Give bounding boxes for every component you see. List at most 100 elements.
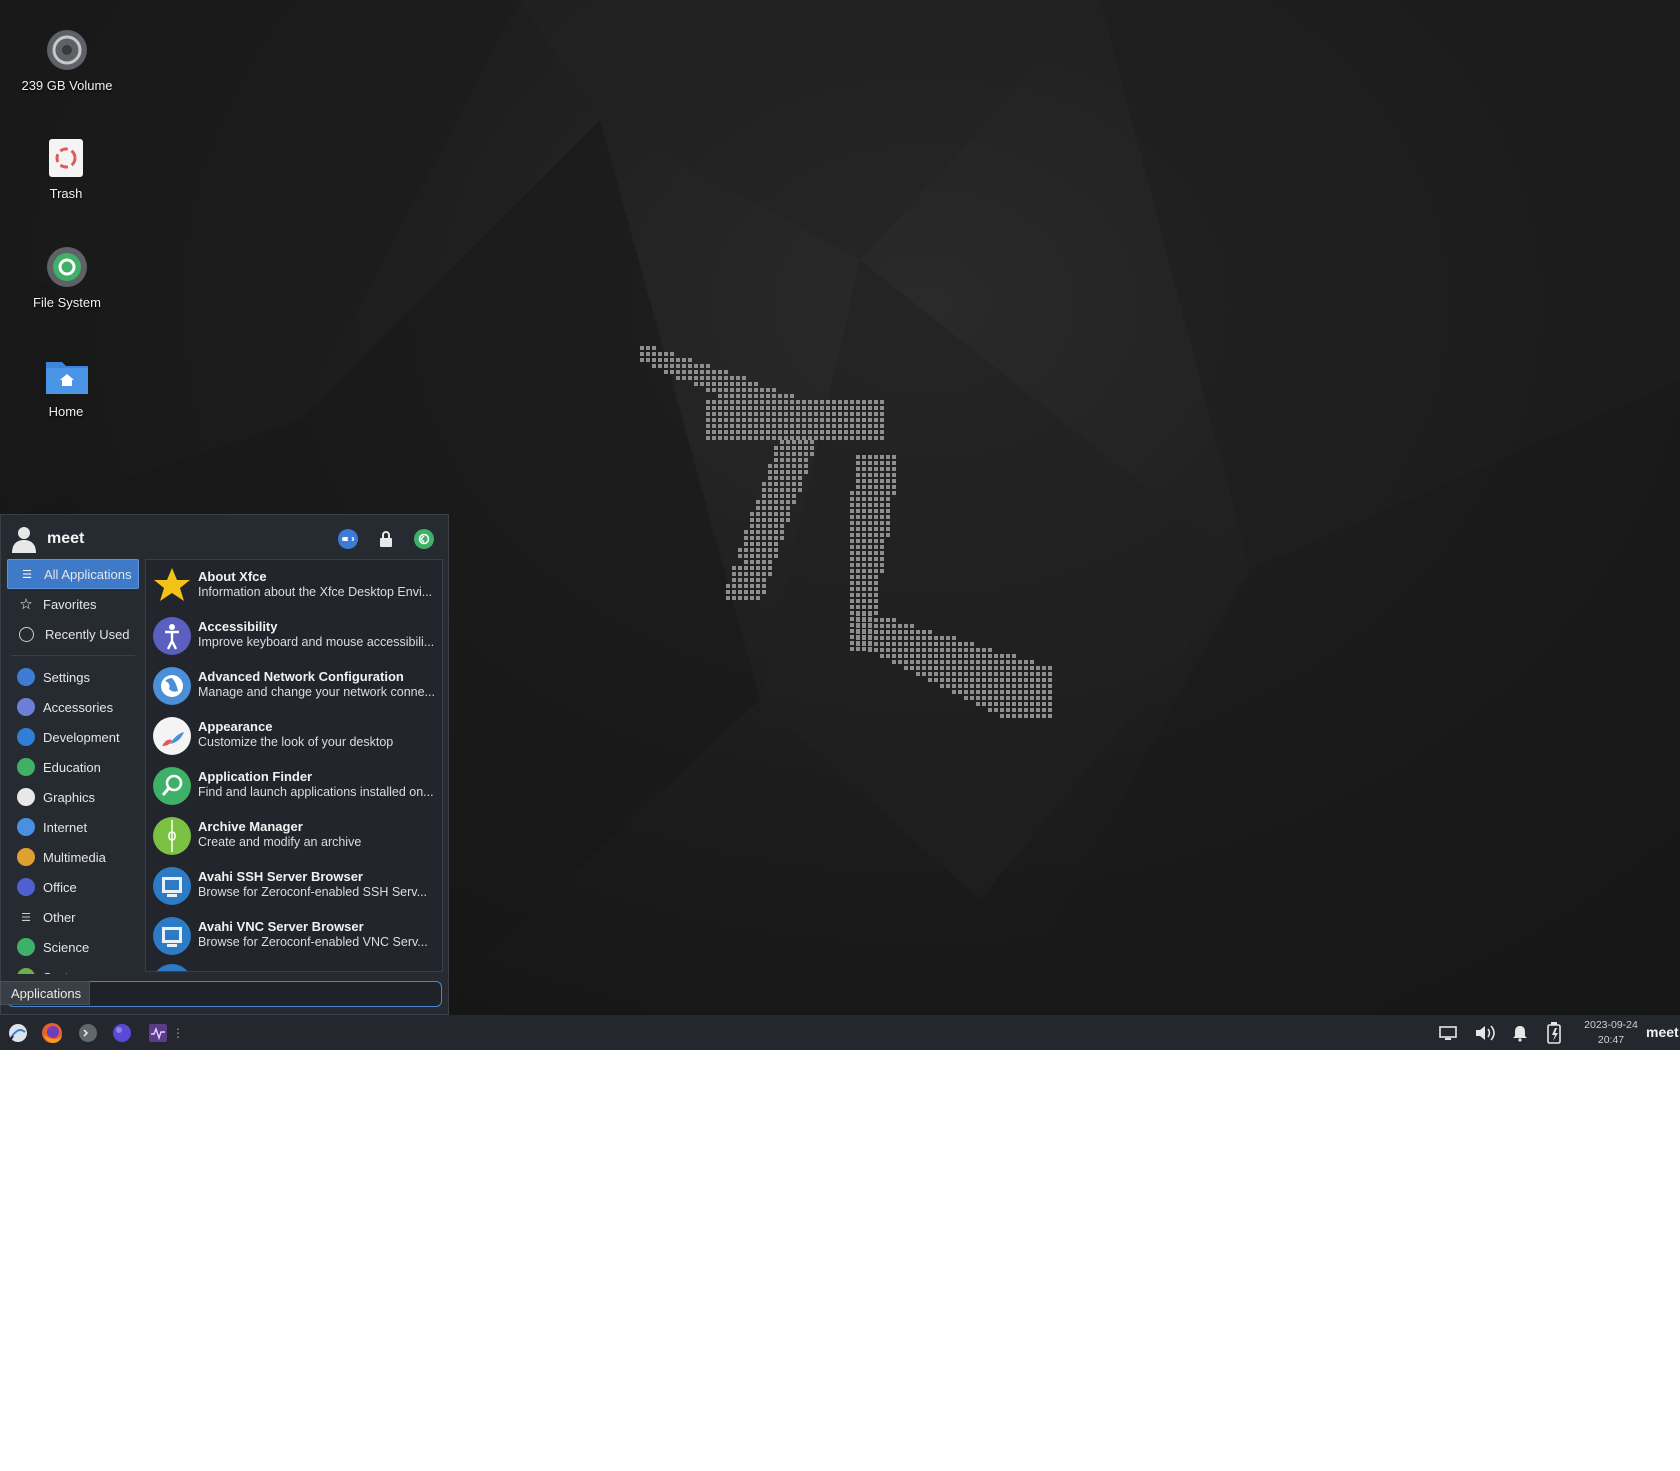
category-label: All Applications (44, 566, 132, 582)
firefox-icon[interactable] (38, 1015, 66, 1050)
category-education[interactable]: Education (7, 752, 139, 782)
logout-icon[interactable] (414, 529, 434, 549)
category-development[interactable]: Development (7, 722, 139, 752)
graphics-category-icon (17, 788, 35, 806)
desktop-icon-label: 239 GB Volume (21, 78, 113, 93)
category-recently-used[interactable]: Recently Used (7, 619, 139, 649)
category-internet[interactable]: Internet (7, 812, 139, 842)
app-name: Appearance (198, 719, 273, 734)
multimedia-category-icon (17, 848, 35, 866)
applications-menu-icon[interactable] (4, 1015, 32, 1050)
category-label: Other (43, 909, 76, 925)
app-description: Browse for Zeroconf-enabled VNC Serv... (198, 935, 428, 949)
app-item-advanced-network-configuration[interactable]: Advanced Network Configuration Manage and… (146, 660, 442, 710)
desktop-icon-trash[interactable]: Trash (6, 136, 126, 201)
category-label: Internet (43, 819, 88, 835)
category-settings[interactable]: Settings (7, 662, 139, 692)
avahi-ssh-icon (152, 866, 192, 906)
app-item-accessibility[interactable]: Accessibility Improve keyboard and mouse … (146, 610, 442, 660)
volume-icon[interactable] (1472, 1015, 1498, 1050)
xfce-star-icon (152, 566, 192, 606)
clock-date: 2023-09-24 (1584, 1019, 1638, 1031)
user-avatar-icon (11, 525, 37, 558)
star-icon: ☆ (19, 596, 33, 613)
category-label: Graphics (43, 789, 96, 805)
desktop-icon-home[interactable]: Home (6, 354, 126, 419)
network-globe-icon (152, 666, 192, 706)
app-item-avahi-ssh-server-browser[interactable]: Avahi SSH Server Browser Browse for Zeroc… (146, 860, 442, 910)
menu-header: meet (1, 515, 448, 559)
desktop-icon-label: Trash (49, 186, 83, 201)
appearance-icon (152, 716, 192, 756)
settings-icon[interactable] (338, 529, 358, 549)
drive-icon (45, 28, 89, 72)
desktop-icon-volume[interactable]: 239 GB Volume (7, 28, 127, 93)
category-list: ☰ All Applications ☆ Favorites Recently … (7, 559, 139, 974)
panel-separator-handle[interactable]: ⋮ (172, 1015, 184, 1050)
list-icon: ☰ (22, 568, 32, 581)
app-item-appearance[interactable]: Appearance Customize the look of your des… (146, 710, 442, 760)
category-label: Favorites (43, 596, 97, 612)
app-description: Information about the Xfce Desktop Envi.… (198, 585, 433, 599)
search-input[interactable] (92, 984, 436, 1006)
category-label: System (43, 970, 86, 975)
category-multimedia[interactable]: Multimedia (7, 842, 139, 872)
system-monitor-icon[interactable] (144, 1015, 172, 1050)
app-item-archive-manager[interactable]: Archive Manager Create and modify an arch… (146, 810, 442, 860)
battery-icon[interactable] (1543, 1015, 1565, 1050)
accessibility-icon (152, 616, 192, 656)
category-office[interactable]: Office (7, 872, 139, 902)
desktop-icon-label: Home (48, 404, 84, 419)
clock-time: 20:47 (1597, 1034, 1625, 1046)
desktop-icon-filesystem[interactable]: File System (7, 245, 127, 310)
lock-icon[interactable] (376, 529, 396, 549)
app-item-partial-icon (152, 964, 192, 971)
category-label: Education (43, 759, 101, 775)
app-item-about-xfce[interactable]: About Xfce Information about the Xfce Des… (146, 560, 442, 610)
clock[interactable]: 2023-09-24 20:47 (1572, 1018, 1650, 1048)
other-category-icon: ☰ (21, 911, 31, 924)
app-item-application-finder[interactable]: Application Finder Find and launch applic… (146, 760, 442, 810)
category-graphics[interactable]: Graphics (7, 782, 139, 812)
app-name: Archive Manager (198, 819, 303, 834)
purple-app-icon[interactable] (108, 1015, 136, 1050)
app-finder-icon (152, 766, 192, 806)
category-label: Development (43, 729, 120, 745)
category-accessories[interactable]: Accessories (7, 692, 139, 722)
app-item-avahi-vnc-server-browser[interactable]: Avahi VNC Server Browser Browse for Zeroc… (146, 910, 442, 960)
applications-menu: meet ☰ All Applications ☆ Favorites Rece… (0, 514, 449, 1015)
bottom-panel: ⋮ 2023-09-24 20:47 meet (0, 1015, 1680, 1050)
app-name: Advanced Network Configuration (198, 669, 404, 684)
app-description: Find and launch applications installed o… (198, 785, 434, 799)
system-category-icon (17, 968, 35, 974)
internet-category-icon (17, 818, 35, 836)
category-label: Science (43, 939, 90, 955)
clock-icon (19, 626, 34, 642)
app-description: Create and modify an archive (198, 835, 362, 849)
terminal-icon[interactable] (74, 1015, 102, 1050)
app-description: Customize the look of your desktop (198, 735, 394, 749)
category-label: Accessories (43, 699, 114, 715)
category-label: Settings (43, 669, 90, 685)
category-favorites[interactable]: ☆ Favorites (7, 589, 139, 619)
panel-user-name[interactable]: meet (1646, 1024, 1679, 1040)
category-all-applications[interactable]: ☰ All Applications (7, 559, 139, 589)
home-folder-icon (44, 354, 88, 398)
category-label: Recently Used (45, 626, 130, 642)
applications-tooltip: Applications (0, 981, 90, 1005)
application-list: About Xfce Information about the Xfce Des… (145, 559, 443, 972)
category-separator (11, 655, 135, 656)
display-icon[interactable] (1437, 1015, 1459, 1050)
app-name: Application Finder (198, 769, 313, 784)
education-category-icon (17, 758, 35, 776)
category-system[interactable]: System (7, 962, 139, 974)
settings-category-icon (17, 668, 35, 686)
category-science[interactable]: Science (7, 932, 139, 962)
category-other[interactable]: ☰ Other (7, 902, 139, 932)
app-name: Accessibility (198, 619, 278, 634)
filesystem-icon (45, 245, 89, 289)
trash-icon (44, 136, 88, 180)
app-name: Avahi SSH Server Browser (198, 869, 363, 884)
category-label: Office (43, 879, 77, 895)
notification-bell-icon[interactable] (1509, 1015, 1531, 1050)
